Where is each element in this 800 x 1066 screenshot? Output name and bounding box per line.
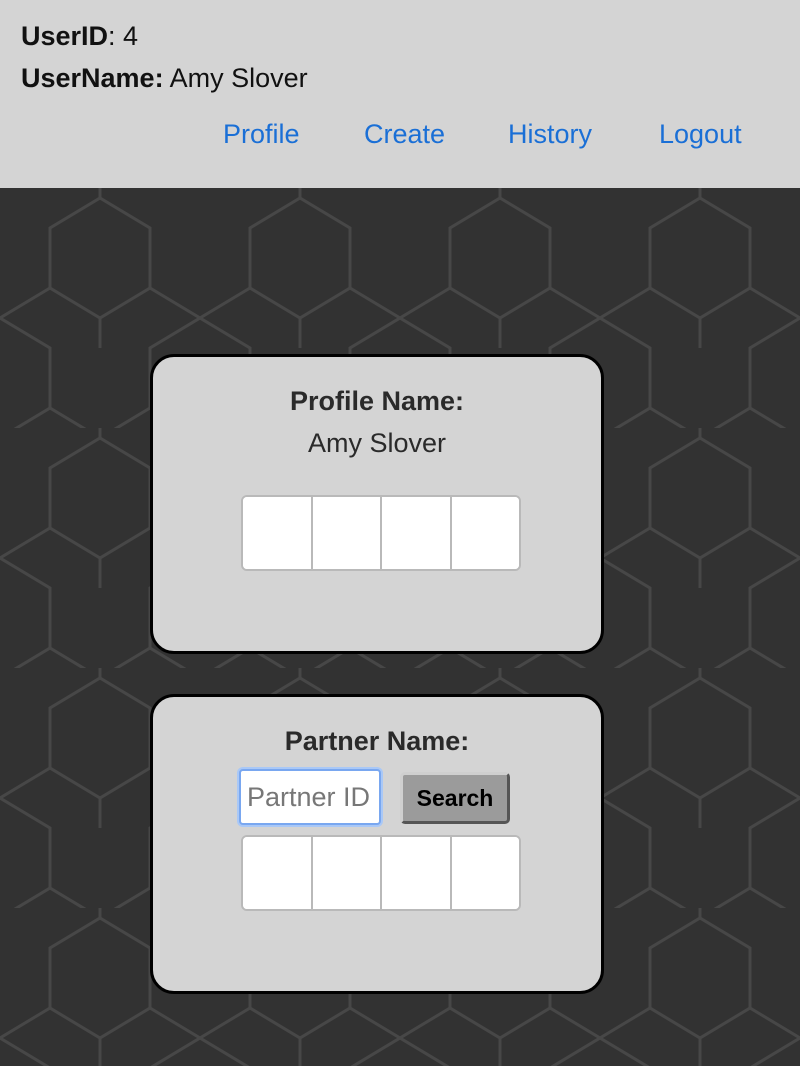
search-button[interactable]: Search: [400, 772, 510, 824]
profile-slot: [243, 497, 313, 569]
user-name-value: Amy Slover: [163, 63, 308, 93]
partner-slot: [382, 837, 452, 909]
profile-slots: [241, 495, 521, 571]
partner-slot: [243, 837, 313, 909]
partner-name-title: Partner Name:: [284, 726, 470, 756]
user-name-line: UserName: Amy Slover: [21, 62, 308, 94]
profile-name-title: Profile Name:: [289, 386, 465, 416]
partner-card: Partner Name: Search: [150, 694, 604, 994]
user-id-label: UserID: [21, 21, 109, 51]
nav-profile-link[interactable]: Profile: [223, 118, 300, 150]
profile-slot: [312, 497, 382, 569]
profile-slot: [382, 497, 452, 569]
profile-name-value: Amy Slover: [307, 428, 447, 458]
nav-logout-link[interactable]: Logout: [659, 118, 742, 150]
user-name-label: UserName:: [21, 63, 164, 93]
user-id-line: UserID: 4: [21, 20, 138, 52]
partner-slot: [312, 837, 382, 909]
nav-history-link[interactable]: History: [508, 118, 592, 150]
partner-slots: [241, 835, 521, 911]
partner-id-input[interactable]: [239, 769, 381, 825]
partner-slot: [451, 837, 519, 909]
user-id-value: : 4: [108, 21, 139, 51]
profile-card: Profile Name: Amy Slover: [150, 354, 604, 654]
profile-slot: [451, 497, 519, 569]
top-header: UserID: 4 UserName: Amy Slover Profile C…: [0, 0, 800, 188]
nav-create-link[interactable]: Create: [364, 118, 445, 150]
